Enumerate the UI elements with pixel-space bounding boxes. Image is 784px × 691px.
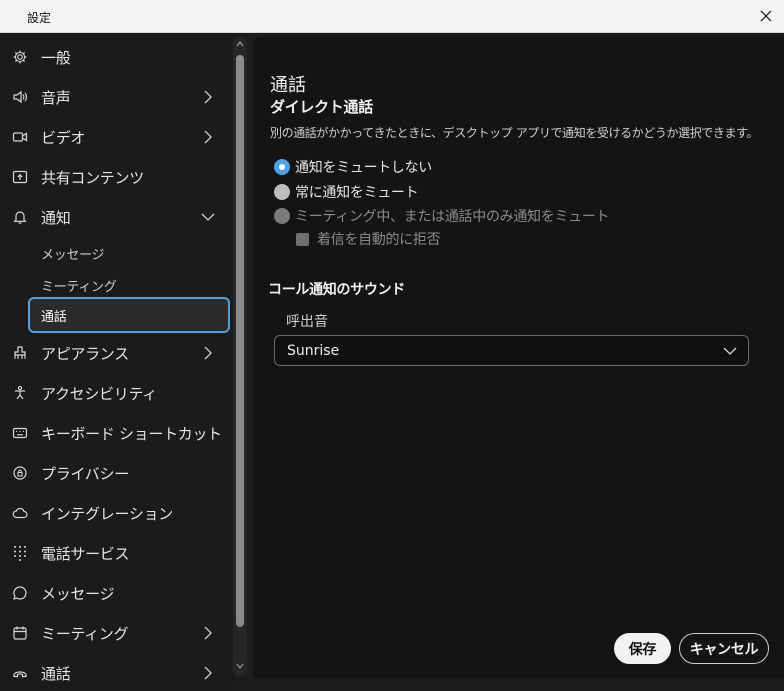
keyboard-icon (11, 424, 29, 442)
sidebar-item-label: プライバシー (41, 464, 129, 483)
scrollbar-thumb[interactable] (236, 55, 244, 627)
section-title: ダイレクト通話 (270, 98, 373, 116)
window-title: 設定 (27, 11, 52, 25)
appearance-icon (11, 344, 29, 362)
radio-label: 常に通知をミュート (295, 185, 419, 201)
chevron-right-icon (200, 665, 216, 681)
cloud-icon (11, 504, 29, 522)
chevron-right-icon (200, 345, 216, 361)
sidebar-item-label: 電話サービス (41, 544, 130, 563)
chat-icon (11, 584, 29, 602)
page-title: 通話 (270, 75, 306, 96)
sidebar-item-audio[interactable]: 音声 (0, 77, 234, 117)
sidebar-item-share-content[interactable]: 共有コンテンツ (0, 157, 234, 197)
radio-mute-during-meeting: ミーティング中、または通話中のみ通知をミュート (274, 206, 610, 226)
sidebar-scrollbar[interactable] (233, 37, 247, 677)
settings-sidebar: 一般 音声 ビデオ 共有コンテンツ 通知 メッセージ ミーティング 通話 アピア… (0, 33, 234, 691)
save-button[interactable]: 保存 (614, 633, 671, 664)
sidebar-item-label: アクセシビリティ (41, 384, 157, 403)
section-description: 別の通話がかかってきたときに、デスクトップ アプリで通知を受けるかどうか選択でき… (270, 126, 759, 140)
radio-disabled-icon (274, 208, 290, 224)
sidebar-item-accessibility[interactable]: アクセシビリティ (0, 373, 234, 413)
sidebar-item-label: 通知 (41, 208, 71, 227)
sidebar-item-label: メッセージ (41, 584, 115, 603)
sidebar-item-integrations[interactable]: インテグレーション (0, 493, 234, 533)
sidebar-item-label: 共有コンテンツ (41, 168, 144, 187)
sidebar-subitem-label: 通話 (41, 309, 67, 325)
sidebar-item-label: 一般 (41, 48, 71, 67)
speaker-icon (11, 88, 29, 106)
bell-icon (11, 208, 29, 226)
radio-selected-icon[interactable] (274, 159, 290, 175)
sidebar-item-notifications[interactable]: 通知 (0, 197, 234, 237)
sidebar-item-label: 音声 (41, 88, 71, 107)
sidebar-item-label: ミーティング (41, 624, 129, 643)
sound-section-title: コール通知のサウンド (268, 282, 405, 298)
scroll-up-icon[interactable] (236, 41, 244, 49)
title-bar: 設定 (0, 0, 784, 33)
ringtone-value: Sunrise (287, 343, 340, 359)
radio-label: 通知をミュートしない (295, 160, 432, 176)
chevron-right-icon (200, 129, 216, 145)
checkbox-label: 着信を自動的に拒否 (317, 232, 441, 248)
scroll-down-icon[interactable] (236, 663, 244, 671)
cancel-button[interactable]: キャンセル (679, 633, 769, 664)
privacy-icon (11, 464, 29, 482)
share-screen-icon (11, 168, 29, 186)
sidebar-item-label: アピアランス (41, 344, 129, 363)
sidebar-item-label: ビデオ (41, 128, 86, 147)
sidebar-subitem-calls[interactable]: 通話 (28, 297, 230, 333)
ringtone-label: 呼出音 (286, 314, 328, 330)
auto-decline-checkbox: 着信を自動的に拒否 (296, 229, 441, 249)
sidebar-item-keyboard-shortcuts[interactable]: キーボード ショートカット (0, 413, 234, 453)
sidebar-item-phone-service[interactable]: 電話サービス (0, 533, 234, 573)
ringtone-select[interactable]: Sunrise (274, 335, 749, 366)
sidebar-subitem-label: ミーティング (41, 279, 117, 295)
sidebar-item-label: インテグレーション (41, 504, 174, 523)
chevron-down-icon (200, 209, 216, 225)
settings-content-panel: 通話 ダイレクト通話 別の通話がかかってきたときに、デスクトップ アプリで通知を… (253, 37, 784, 678)
sidebar-item-messaging[interactable]: メッセージ (0, 573, 234, 613)
chevron-right-icon (200, 89, 216, 105)
sidebar-item-video[interactable]: ビデオ (0, 117, 234, 157)
sidebar-item-privacy[interactable]: プライバシー (0, 453, 234, 493)
radio-unselected-icon[interactable] (274, 184, 290, 200)
close-icon[interactable] (754, 4, 778, 28)
calendar-icon (11, 624, 29, 642)
chevron-right-icon (200, 625, 216, 641)
sidebar-item-label: 通話 (41, 664, 71, 683)
radio-do-not-mute[interactable]: 通知をミュートしない (274, 157, 432, 177)
chevron-down-icon (722, 343, 738, 359)
sidebar-subitem-label: メッセージ (41, 247, 105, 263)
sidebar-item-appearance[interactable]: アピアランス (0, 333, 234, 373)
sidebar-item-label: キーボード ショートカット (41, 424, 222, 443)
radio-label: ミーティング中、または通話中のみ通知をミュート (295, 209, 610, 225)
phone-icon (11, 664, 29, 682)
sidebar-item-meetings[interactable]: ミーティング (0, 613, 234, 653)
gear-icon (11, 48, 29, 66)
sidebar-item-general[interactable]: 一般 (0, 37, 234, 77)
sidebar-item-calls[interactable]: 通話 (0, 653, 234, 691)
dialpad-icon (11, 544, 29, 562)
video-icon (11, 128, 29, 146)
sidebar-subitem-messages[interactable]: メッセージ (28, 237, 230, 269)
checkbox-disabled-icon (296, 232, 309, 246)
radio-always-mute[interactable]: 常に通知をミュート (274, 182, 419, 202)
accessibility-icon (11, 384, 29, 402)
